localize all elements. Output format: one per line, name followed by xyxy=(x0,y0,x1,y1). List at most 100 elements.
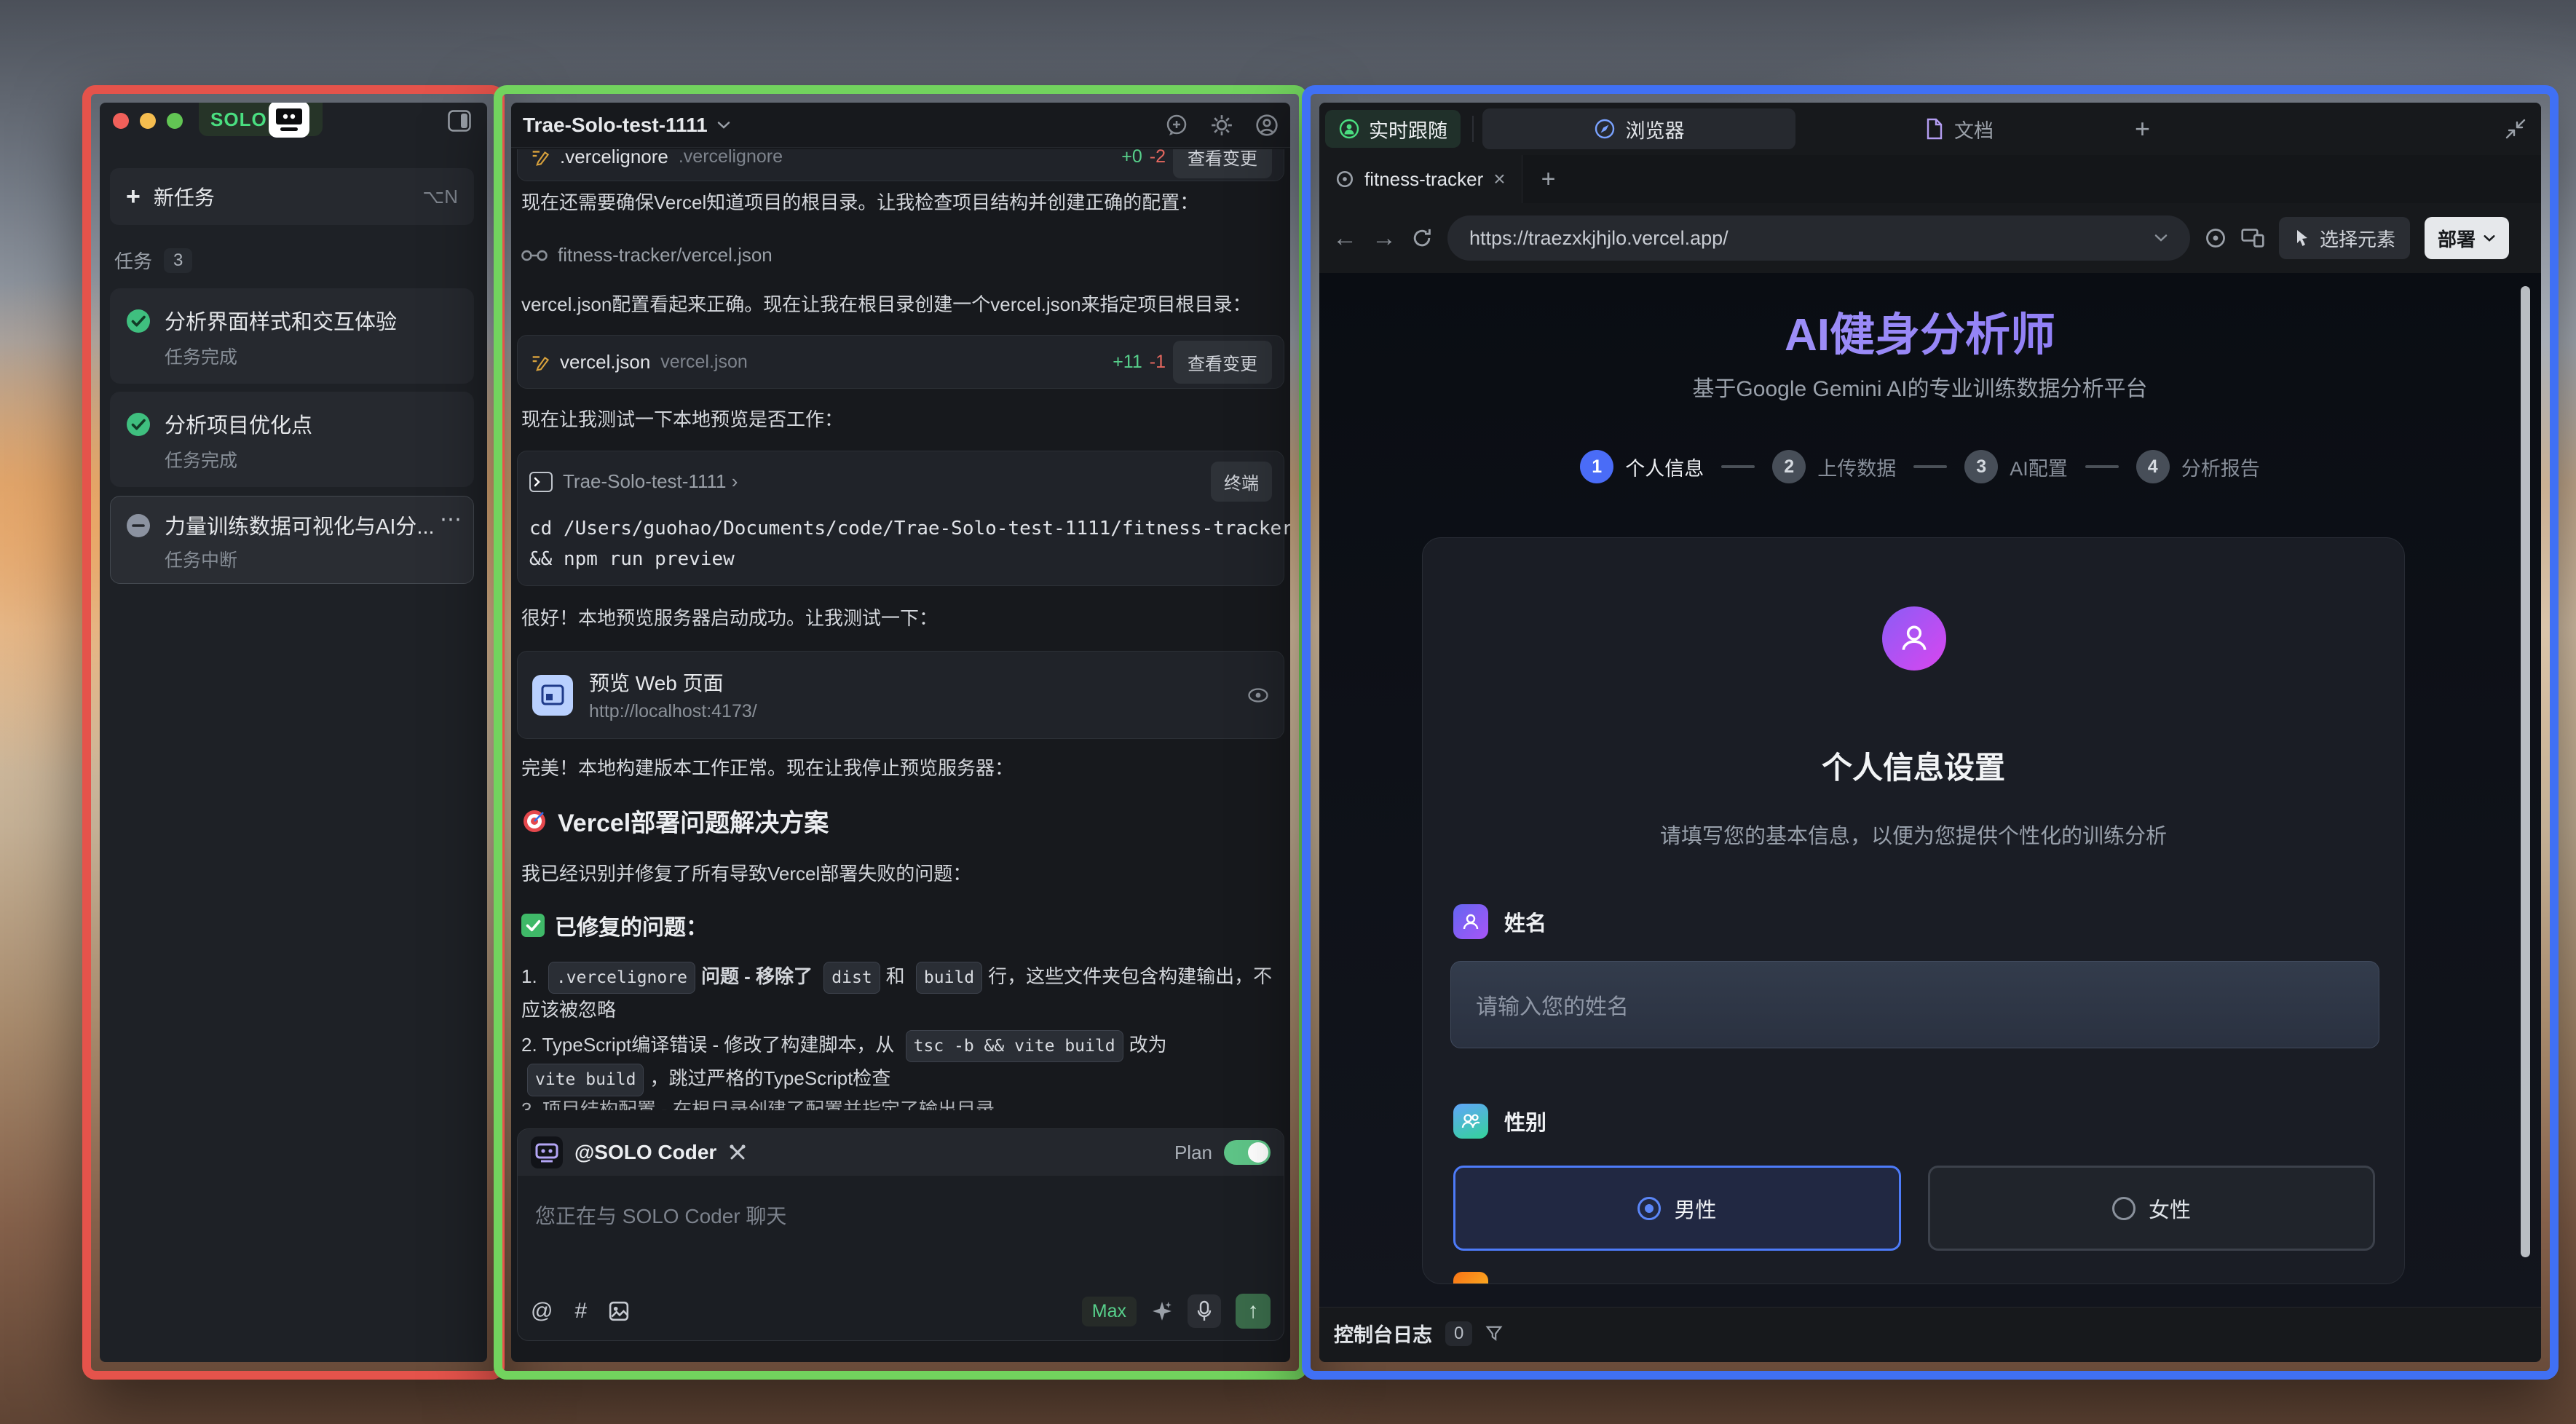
tab-browser[interactable]: 浏览器 xyxy=(1482,108,1795,149)
tasks-label: 任务 xyxy=(114,247,152,274)
step-2-circle: 2 xyxy=(1772,450,1806,483)
view-changes-button[interactable]: 查看变更 xyxy=(1173,149,1272,178)
new-chat-icon[interactable] xyxy=(1165,114,1188,137)
fixed-issue-item-1: 1. .vercelignore问题 - 移除了 dist和 build行，这些… xyxy=(521,960,1281,1027)
page-scrollbar[interactable] xyxy=(2521,286,2530,1257)
file-change-card[interactable]: vercel.json vercel.json +11 -1 查看变更 xyxy=(517,335,1284,389)
chat-messages: .vercelignore .vercelignore +0 -2 查看变更 现… xyxy=(511,149,1290,1125)
deploy-button[interactable]: 部署 xyxy=(2425,217,2509,259)
account-icon[interactable] xyxy=(1255,114,1279,137)
gender-male-option[interactable]: 男性 xyxy=(1453,1166,1901,1251)
file-reference[interactable]: fitness-tracker/vercel.json xyxy=(521,244,773,266)
mention-icon[interactable]: @ xyxy=(531,1299,553,1324)
close-tab-icon[interactable]: × xyxy=(1493,167,1505,191)
collapse-panel-icon[interactable] xyxy=(2505,118,2526,140)
chevron-down-icon[interactable] xyxy=(716,121,731,130)
desktop-wallpaper: SOLO + 新任务 ⌥N 任务 3 xyxy=(0,0,2576,1424)
code-chip: .vercelignore xyxy=(548,962,695,994)
console-bar[interactable]: 控制台日志 0 xyxy=(1319,1307,2541,1359)
new-task-shortcut: ⌥N xyxy=(422,186,458,208)
sparkle-icon[interactable] xyxy=(1151,1300,1173,1322)
lines-removed: -2 xyxy=(1150,149,1166,167)
terminal-badge: 终端 xyxy=(1211,462,1272,502)
gender-field-icon xyxy=(1453,1104,1488,1139)
profile-card-title: 个人信息设置 xyxy=(1423,743,2404,788)
task-title: 力量训练数据可视化与AI分... xyxy=(165,510,434,540)
tab-docs[interactable]: 文档 xyxy=(1803,108,2116,149)
preview-panel: 实时跟随 浏览器 文档 + fitness-tracker xyxy=(1319,103,2541,1362)
traffic-light-close[interactable] xyxy=(113,113,129,129)
url-input[interactable]: https://traezxkjhjlo.vercel.app/ xyxy=(1447,215,2190,261)
context-hash-icon[interactable]: # xyxy=(574,1299,587,1324)
console-label: 控制台日志 xyxy=(1334,1319,1432,1348)
task-card-selected[interactable]: 力量训练数据可视化与AI分... ⋯ 任务中断 xyxy=(110,496,474,584)
tasks-count-badge: 3 xyxy=(164,248,192,273)
name-input[interactable]: 请输入您的姓名 xyxy=(1450,961,2379,1048)
mic-button[interactable] xyxy=(1188,1294,1221,1328)
task-menu-ellipsis[interactable]: ⋯ xyxy=(440,507,462,532)
fixed-issues-subheading: 已修复的问题： xyxy=(521,909,708,941)
step-1-circle: 1 xyxy=(1580,450,1613,483)
page-subtitle: 基于Google Gemini AI的专业训练数据分析平台 xyxy=(1319,371,2521,403)
solo-robot-icon xyxy=(269,103,309,141)
step-2: 2 上传数据 xyxy=(1772,450,1896,483)
select-element-label: 选择元素 xyxy=(2320,225,2395,252)
model-max-badge[interactable]: Max xyxy=(1082,1297,1137,1326)
annotation-rect-green: Trae-Solo-test-1111 .vercelignore .verce… xyxy=(494,85,1308,1380)
page-tab-label: fitness-tracker xyxy=(1364,168,1483,191)
target-icon xyxy=(521,808,548,834)
hide-panel-icon[interactable] xyxy=(448,110,471,135)
page-tab-icon xyxy=(1335,170,1354,189)
select-element-button[interactable]: 选择元素 xyxy=(2279,217,2410,259)
task-card[interactable]: 分析项目优化点 任务完成 xyxy=(110,392,474,487)
file-path: .vercelignore xyxy=(679,149,783,167)
lines-removed: -1 xyxy=(1150,352,1166,373)
terminal-card[interactable]: Trae-Solo-test-1111 › 终端 cd /Users/guoha… xyxy=(517,451,1284,586)
view-changes-button[interactable]: 查看变更 xyxy=(1173,341,1272,384)
chat-title[interactable]: Trae-Solo-test-1111 xyxy=(523,114,708,137)
live-follow-label: 实时跟随 xyxy=(1369,115,1447,143)
preview-card-url: http://localhost:4173/ xyxy=(589,701,757,722)
add-view-button[interactable]: + xyxy=(2135,114,2150,144)
settings-gear-icon[interactable] xyxy=(1210,114,1233,137)
traffic-light-minimize[interactable] xyxy=(140,113,156,129)
url-chevron-icon[interactable] xyxy=(2154,234,2168,242)
fixed-issues-text: 已修复的问题： xyxy=(555,909,708,941)
responsive-devices-icon[interactable] xyxy=(2241,228,2264,248)
live-follow-badge[interactable]: 实时跟随 xyxy=(1325,110,1461,148)
traffic-light-zoom[interactable] xyxy=(167,113,183,129)
attach-image-icon[interactable] xyxy=(609,1301,629,1321)
browser-window-icon xyxy=(532,675,573,716)
step-connector xyxy=(1913,465,1947,468)
task-card[interactable]: 分析界面样式和交互体验 任务完成 xyxy=(110,288,474,384)
plan-toggle[interactable] xyxy=(1224,1140,1271,1165)
file-change-card[interactable]: .vercelignore .vercelignore +0 -2 查看变更 xyxy=(517,149,1284,181)
tools-icon[interactable] xyxy=(728,1143,747,1162)
step-1: 1 个人信息 xyxy=(1580,450,1704,483)
preview-web-card[interactable]: 预览 Web 页面 http://localhost:4173/ xyxy=(517,651,1284,739)
agent-name[interactable]: @SOLO Coder xyxy=(574,1141,716,1164)
gender-female-option[interactable]: 女性 xyxy=(1928,1166,2375,1251)
new-task-button[interactable]: + 新任务 ⌥N xyxy=(110,168,474,225)
url-text: https://traezxkjhjlo.vercel.app/ xyxy=(1469,227,1728,250)
profile-card-subtitle: 请填写您的基本信息，以便为您提供个性化的训练分析 xyxy=(1423,819,2404,850)
forward-icon[interactable]: → xyxy=(1372,224,1396,253)
new-page-tab-button[interactable]: + xyxy=(1541,165,1556,194)
back-icon[interactable]: ← xyxy=(1332,224,1357,253)
terminal-command-line2: && npm run preview xyxy=(518,539,1284,570)
chat-input[interactable]: 您正在与 SOLO Coder 聊天 xyxy=(518,1176,1284,1230)
reload-icon[interactable] xyxy=(1411,227,1433,249)
visibility-icon[interactable] xyxy=(1247,687,1269,704)
devtools-inspect-icon[interactable] xyxy=(2205,227,2227,249)
task-status: 任务完成 xyxy=(165,446,237,472)
person-icon xyxy=(1461,912,1480,931)
send-button[interactable]: ↑ xyxy=(1236,1294,1271,1329)
filter-funnel-icon[interactable] xyxy=(1485,1325,1503,1342)
page-tab[interactable]: fitness-tracker × xyxy=(1319,155,1522,203)
composer: @SOLO Coder Plan 您正在与 SOLO Coder 聊天 @ # xyxy=(517,1128,1284,1341)
task-interrupted-icon xyxy=(125,513,151,542)
file-path: vercel.json xyxy=(660,352,748,373)
deploy-label: 部署 xyxy=(2438,225,2476,252)
name-field-icon xyxy=(1453,904,1488,939)
name-field-label-row: 姓名 xyxy=(1453,904,1546,939)
